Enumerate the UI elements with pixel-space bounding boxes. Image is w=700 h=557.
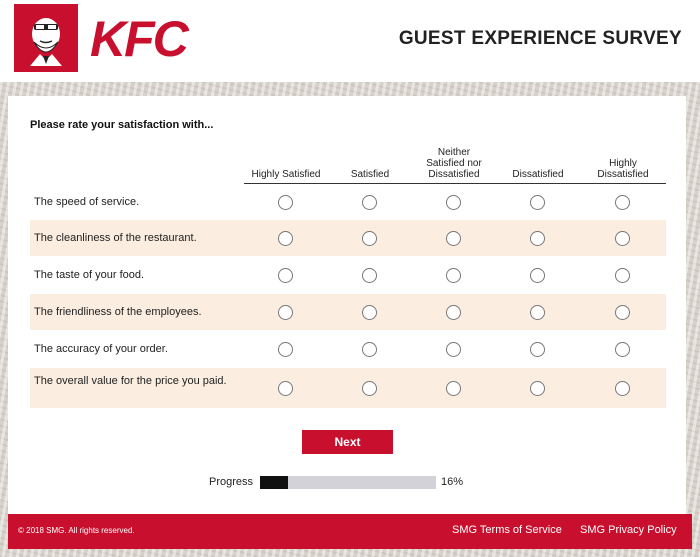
rating-radio[interactable] — [278, 304, 293, 320]
progress-label: Progress — [209, 476, 254, 488]
survey-prompt: Please rate your satisfaction with... — [30, 119, 214, 131]
rating-radio[interactable] — [446, 267, 461, 283]
rating-radio[interactable] — [362, 230, 377, 246]
rating-radio[interactable] — [530, 380, 545, 396]
row-label: The taste of your food. — [34, 269, 145, 281]
rating-radio[interactable] — [530, 267, 545, 283]
rating-radio[interactable] — [446, 380, 461, 396]
row-label: The accuracy of your order. — [34, 343, 168, 355]
rating-radio[interactable] — [615, 341, 630, 357]
column-header-line: Highly Satisfied — [251, 169, 321, 180]
column-header: Highly Satisfied — [241, 169, 331, 180]
rating-radio[interactable] — [446, 230, 461, 246]
footer: © 2018 SMG. All rights reserved. SMG Ter… — [8, 514, 692, 549]
column-header-line: Dissatisfied — [428, 169, 480, 180]
column-header-line: Dissatisfied — [512, 169, 564, 180]
rating-radio[interactable] — [278, 230, 293, 246]
colonel-logo — [14, 4, 78, 72]
rating-row: The taste of your food. — [30, 257, 666, 293]
rating-radio[interactable] — [530, 304, 545, 320]
rating-radio[interactable] — [615, 380, 630, 396]
rating-radio[interactable] — [362, 341, 377, 357]
progress-bar — [260, 476, 436, 489]
rating-radio[interactable] — [278, 341, 293, 357]
row-label: The speed of service. — [34, 196, 140, 208]
column-header-line: Satisfied — [350, 169, 390, 180]
rating-radio[interactable] — [615, 230, 630, 246]
rating-radio[interactable] — [530, 194, 545, 210]
rating-radio[interactable] — [615, 304, 630, 320]
rating-radio[interactable] — [446, 341, 461, 357]
row-label: The cleanliness of the restaurant. — [34, 232, 197, 244]
copyright-text: © 2018 SMG. All rights reserved. — [18, 526, 135, 535]
next-button[interactable]: Next — [302, 430, 393, 454]
page-title: GUEST EXPERIENCE SURVEY — [398, 28, 682, 49]
rating-radio[interactable] — [362, 194, 377, 210]
rating-radio[interactable] — [278, 267, 293, 283]
kfc-logo: KFC — [90, 11, 192, 66]
rating-row: The accuracy of your order. — [30, 331, 666, 367]
rating-row: The speed of service. — [30, 184, 666, 220]
column-header-line: Dissatisfied — [597, 169, 649, 180]
rating-radio[interactable] — [615, 194, 630, 210]
row-label: The friendliness of the employees. — [34, 306, 202, 318]
column-header-line: Neither — [437, 147, 471, 158]
column-header-line: Highly — [609, 158, 637, 169]
column-header: Highly Dissatisfied — [578, 158, 668, 180]
rating-radio[interactable] — [278, 194, 293, 210]
rating-radio[interactable] — [362, 267, 377, 283]
survey-panel: Please rate your satisfaction with... Hi… — [8, 96, 686, 514]
terms-link[interactable]: SMG Terms of Service — [452, 524, 562, 536]
privacy-link[interactable]: SMG Privacy Policy — [580, 524, 677, 536]
rating-radio[interactable] — [446, 304, 461, 320]
rating-radio[interactable] — [278, 380, 293, 396]
rating-radio[interactable] — [615, 267, 630, 283]
rating-radio[interactable] — [362, 380, 377, 396]
rating-radio[interactable] — [446, 194, 461, 210]
rating-row: The friendliness of the employees. — [30, 294, 666, 330]
colonel-face-icon — [30, 18, 62, 66]
rating-radio[interactable] — [530, 230, 545, 246]
header: KFC GUEST EXPERIENCE SURVEY — [0, 0, 700, 82]
column-header: Dissatisfied — [493, 169, 583, 180]
progress-percent: 16% — [441, 476, 464, 488]
rating-row: The overall value for the price you paid… — [30, 368, 666, 408]
column-header-line: Satisfied nor — [426, 158, 482, 169]
progress-fill — [260, 476, 289, 489]
rating-radio[interactable] — [362, 304, 377, 320]
column-header: Satisfied — [325, 169, 415, 180]
rating-row: The cleanliness of the restaurant. — [30, 220, 666, 256]
column-header: Neither Satisfied nor Dissatisfied — [409, 147, 499, 180]
row-label: The overall value for the price you paid… — [34, 375, 227, 387]
rating-radio[interactable] — [530, 341, 545, 357]
svg-text:KFC: KFC — [90, 11, 190, 66]
